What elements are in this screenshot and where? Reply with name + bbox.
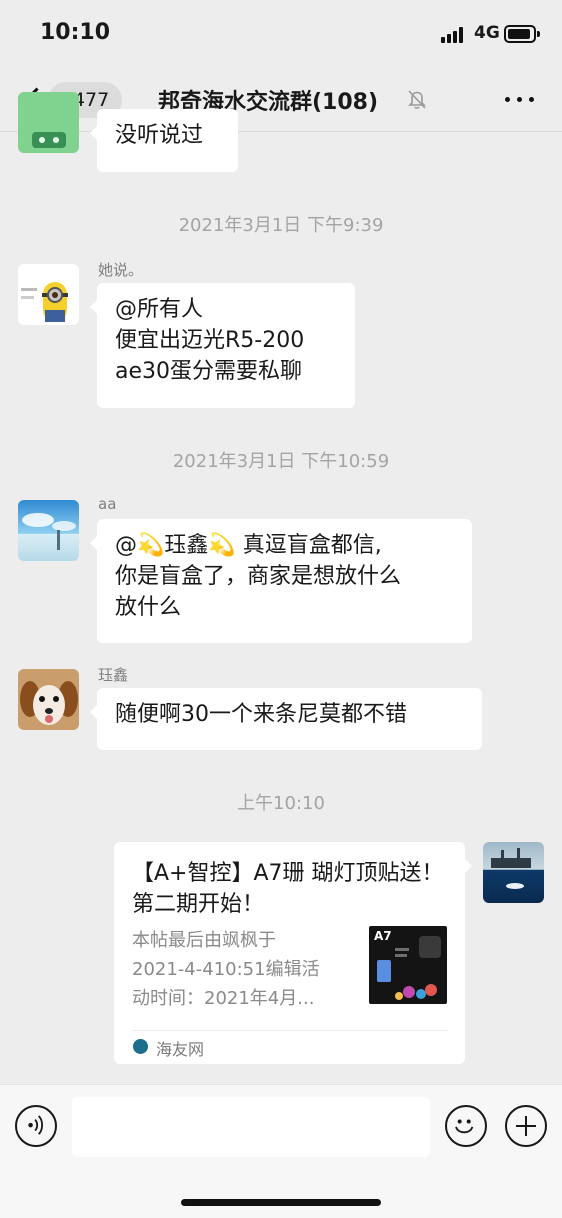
link-card-divider xyxy=(132,1030,448,1031)
message-text: 没听说过 xyxy=(115,123,204,148)
avatar[interactable] xyxy=(18,669,79,730)
signal-icon xyxy=(441,27,467,43)
link-card-description: 本帖最后由飒枫于 2021-4-410:51编辑活 动时间：2021年4月... xyxy=(132,926,356,1013)
timestamp: 2021年3月1日 下午9:39 xyxy=(178,215,384,236)
message-text: @💫珏鑫💫 真逗盲盒都信, xyxy=(115,533,382,558)
avatar[interactable] xyxy=(483,842,544,903)
message-bubble[interactable]: 没听说过 xyxy=(90,109,238,172)
status-bar: 10:10 4G xyxy=(0,0,562,70)
ocean-avatar-icon xyxy=(491,848,531,889)
message-text: 便宜出迈光R5-200 xyxy=(115,328,305,353)
link-card-thumbnail: A7 xyxy=(369,926,447,1004)
input-bar xyxy=(0,1084,562,1218)
smiley-icon[interactable] xyxy=(445,1105,487,1147)
dog-avatar-icon xyxy=(20,681,78,725)
chat-screen: 10:10 4G 3477 邦奇海水交流群(108) 没听说过 2021年3月1… xyxy=(0,0,562,1218)
link-card-desc-line: 动时间：2021年4月... xyxy=(132,988,315,1009)
nav-bar: 3477 邦奇海水交流群(108) xyxy=(0,70,562,132)
message-text: 你是盲盒了，商家是想放什么 xyxy=(115,564,402,589)
haiyou-logo-icon xyxy=(133,1039,148,1054)
minion-avatar-icon xyxy=(21,282,68,322)
avatar[interactable] xyxy=(18,500,79,561)
avatar[interactable] xyxy=(18,264,79,325)
status-time: 10:10 xyxy=(40,20,111,45)
message-text: @所有人 xyxy=(115,297,204,322)
message-bubble[interactable]: @💫珏鑫💫 真逗盲盒都信, 你是盲盒了，商家是想放什么 放什么 xyxy=(90,519,472,643)
home-indicator xyxy=(181,1199,381,1206)
message-text: 随便啊30一个来条尼莫都不错 xyxy=(115,702,407,727)
plus-icon[interactable] xyxy=(505,1105,547,1147)
timestamp: 上午10:10 xyxy=(237,793,325,814)
link-card-source: 海友网 xyxy=(156,1040,205,1059)
timestamp: 2021年3月1日 下午10:59 xyxy=(172,451,390,472)
avatar[interactable] xyxy=(18,92,79,153)
sender-name: 她说。 xyxy=(98,261,144,279)
message-input[interactable] xyxy=(72,1097,430,1157)
message-bubble[interactable]: 随便啊30一个来条尼莫都不错 xyxy=(90,688,482,750)
robot-avatar-icon xyxy=(32,132,66,148)
ellipsis-icon[interactable] xyxy=(505,97,535,103)
coral-light-thumb-icon xyxy=(377,936,441,1000)
message-text: 放什么 xyxy=(115,595,182,620)
network-label: 4G xyxy=(474,23,500,43)
link-card[interactable]: 【A+智控】A7珊 瑚灯顶贴送！第二期开始！ 本帖最后由飒枫于 2021-4-4… xyxy=(114,842,472,1064)
link-card-desc-line: 本帖最后由飒枫于 xyxy=(132,930,276,951)
message-bubble[interactable]: @所有人 便宜出迈光R5-200 ae30蛋分需要私聊 xyxy=(90,283,355,408)
link-card-desc-line: 2021-4-410:51编辑活 xyxy=(132,959,320,980)
sender-name: aa xyxy=(98,495,117,513)
sender-name: 珏鑫 xyxy=(98,666,129,684)
battery-icon xyxy=(504,25,540,43)
message-text: ae30蛋分需要私聊 xyxy=(115,359,303,384)
link-card-title: 【A+智控】A7珊 瑚灯顶贴送！第二期开始！ xyxy=(132,861,444,917)
sky-avatar-icon xyxy=(22,513,76,550)
bell-off-icon xyxy=(408,90,426,109)
voice-icon[interactable] xyxy=(15,1105,57,1147)
